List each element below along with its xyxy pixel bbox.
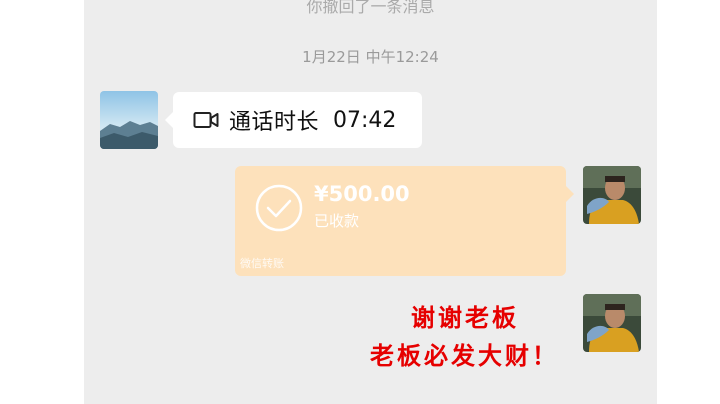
transfer-source-label: 微信转账 xyxy=(240,257,284,270)
overlay-caption-line2: 老板必发大财！ xyxy=(370,341,559,370)
call-duration-value: 07:42 xyxy=(333,107,397,133)
overlay-caption-line1: 谢谢老板 xyxy=(411,303,519,332)
user-avatar[interactable] xyxy=(583,166,641,224)
video-call-icon xyxy=(193,112,219,128)
contact-avatar[interactable] xyxy=(100,91,158,149)
check-circle-icon xyxy=(255,184,303,232)
chat-window: 你撤回了一条消息 1月22日 中午12:24 通话时长 07:42 ¥500.0… xyxy=(84,0,657,404)
transfer-status: 已收款 xyxy=(314,212,360,230)
money-transfer-card[interactable]: ¥500.00 已收款 微信转账 xyxy=(235,166,574,276)
call-duration-label: 通话时长 xyxy=(229,110,320,135)
user-avatar[interactable] xyxy=(583,294,641,352)
call-record-bubble[interactable]: 通话时长 07:42 xyxy=(165,92,422,148)
message-timestamp: 1月22日 中午12:24 xyxy=(302,48,439,66)
recall-notice: 你撤回了一条消息 xyxy=(306,0,435,16)
transfer-amount: ¥500.00 xyxy=(314,182,410,206)
